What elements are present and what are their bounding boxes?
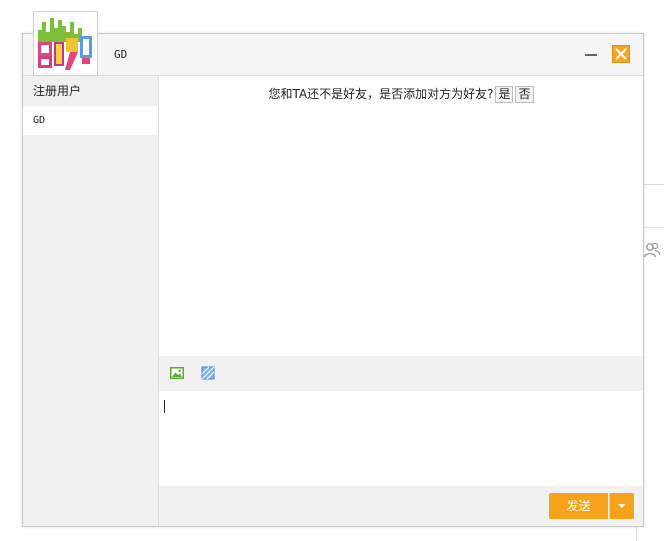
- chat-window: GD 注册用户 GD 您和TA还不是好友，是否添加对方为好友? 是否 发送: [22, 33, 644, 527]
- minimize-button[interactable]: [581, 44, 601, 64]
- input-toolbar: [159, 356, 643, 391]
- message-history[interactable]: [159, 112, 643, 356]
- chat-main: 您和TA还不是好友，是否添加对方为好友? 是否 发送: [159, 76, 643, 526]
- screenshot-icon[interactable]: [200, 365, 216, 381]
- contacts-icon[interactable]: [643, 241, 661, 259]
- text-caret: [164, 400, 165, 413]
- sidebar: 注册用户 GD: [23, 76, 159, 526]
- close-button[interactable]: [612, 45, 630, 63]
- send-options-chevron-down-icon[interactable]: [609, 493, 634, 519]
- title-bar[interactable]: GD: [23, 34, 643, 76]
- image-icon[interactable]: [169, 365, 185, 381]
- sidebar-item-gd[interactable]: GD: [23, 106, 158, 135]
- friend-request-notice: 您和TA还不是好友，是否添加对方为好友? 是否: [159, 85, 643, 103]
- window-title: GD: [114, 48, 128, 61]
- footer-bar: 发送: [159, 486, 643, 526]
- sidebar-header: 注册用户: [33, 84, 82, 98]
- close-icon: [615, 48, 627, 60]
- notice-text: 您和TA还不是好友，是否添加对方为好友?: [268, 87, 494, 101]
- add-friend-no-button[interactable]: 否: [515, 86, 534, 103]
- avatar[interactable]: [33, 11, 98, 76]
- send-button[interactable]: 发送: [549, 493, 608, 519]
- add-friend-yes-button[interactable]: 是: [495, 86, 514, 103]
- message-input[interactable]: [159, 391, 643, 486]
